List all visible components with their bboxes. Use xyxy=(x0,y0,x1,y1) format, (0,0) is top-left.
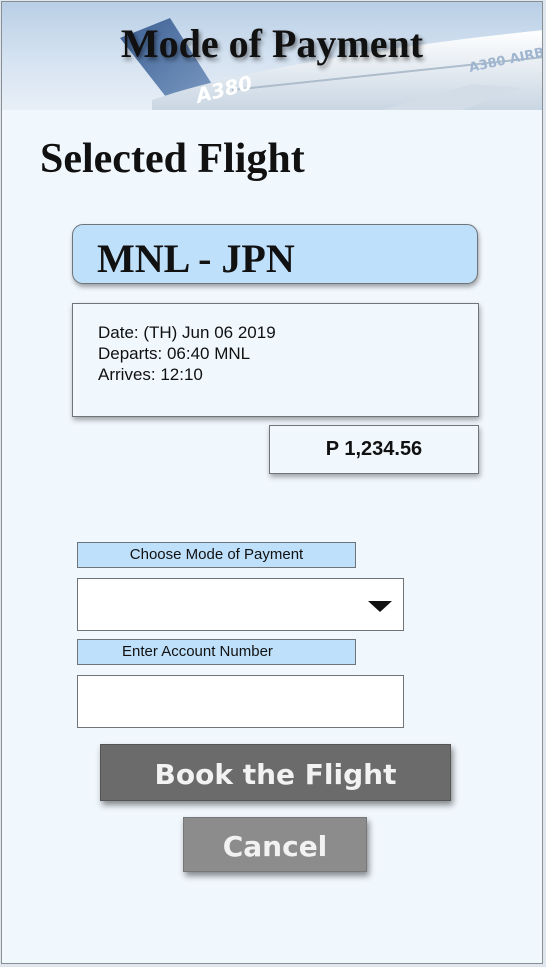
cancel-button[interactable]: Cancel xyxy=(183,817,367,872)
flight-date: Date: (TH) Jun 06 2019 xyxy=(98,323,276,342)
payment-mode-label: Choose Mode of Payment xyxy=(77,542,356,568)
page-title: Mode of Payment xyxy=(120,21,424,66)
book-flight-button[interactable]: Book the Flight xyxy=(100,744,451,801)
section-title: Selected Flight xyxy=(40,136,305,182)
flight-details: Date: (TH) Jun 06 2019 Departs: 06:40 MN… xyxy=(72,303,479,417)
header-banner: A380 A380 AIRBU Mode of Payment xyxy=(2,2,542,110)
payment-mode-dropdown[interactable] xyxy=(77,578,404,631)
account-number-label: Enter Account Number xyxy=(77,639,356,665)
flight-departs: Departs: 06:40 MNL xyxy=(98,344,251,363)
caret-down-icon[interactable] xyxy=(368,601,392,612)
route-box: MNL - JPN xyxy=(72,224,478,284)
route-label: MNL - JPN xyxy=(97,236,295,281)
flight-arrives: Arrives: 12:10 xyxy=(98,365,203,384)
account-number-input[interactable] xyxy=(77,675,404,728)
payment-screen: A380 A380 AIRBU Mode of Payment Selected… xyxy=(1,1,543,964)
price-display: P 1,234.56 xyxy=(269,425,479,474)
